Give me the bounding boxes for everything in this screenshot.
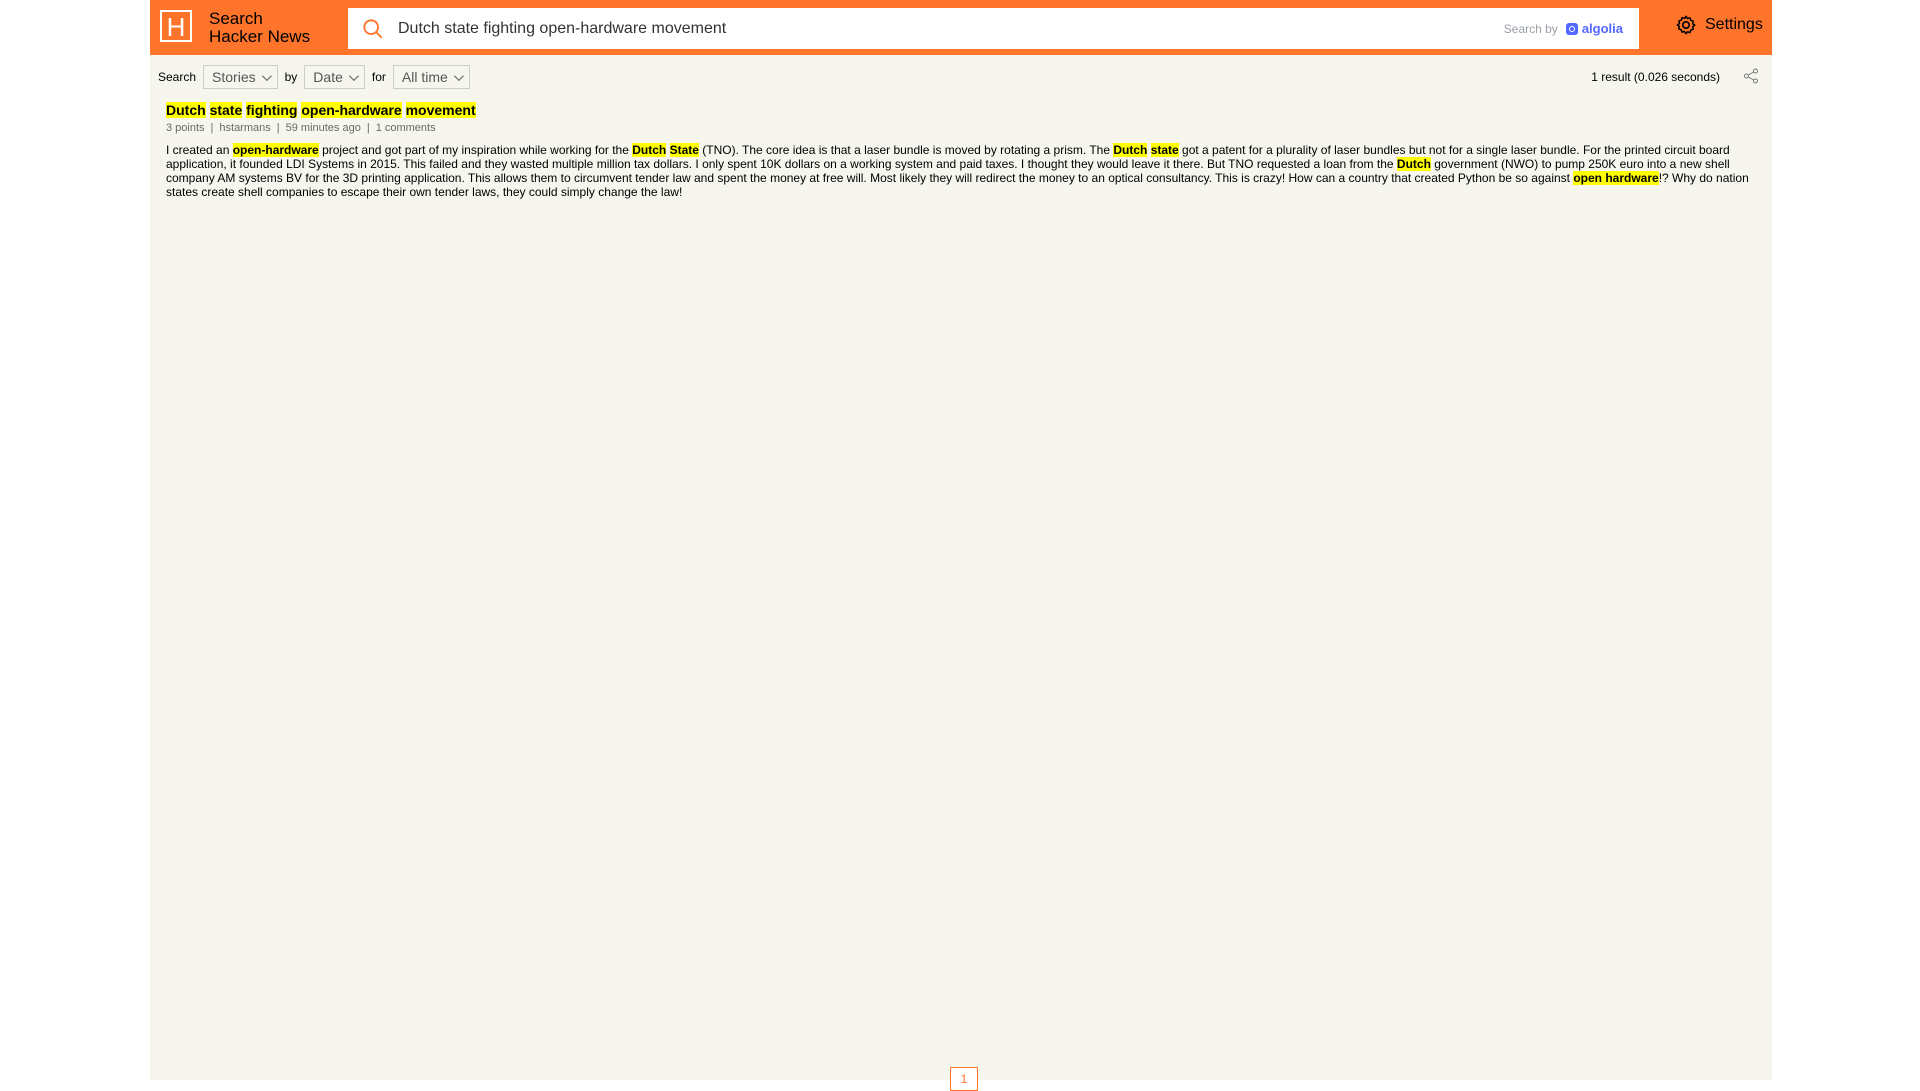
chevron-down-icon <box>261 70 272 81</box>
type-select-value: Stories <box>212 69 256 85</box>
search-by-algolia[interactable]: Search by algolia <box>1504 21 1623 36</box>
algolia-icon <box>1565 22 1578 35</box>
story-result: Dutch state fighting open-hardware movem… <box>166 102 1758 199</box>
site-title-line2: Hacker News <box>209 27 311 46</box>
text-highlight: Dutch <box>1113 143 1148 157</box>
pagination-page-1[interactable]: 1 <box>950 1067 978 1091</box>
story-comments[interactable]: 1 comments <box>376 122 436 134</box>
page-container: H Search Hacker News Search by algolia <box>150 0 1772 1091</box>
algolia-label: algolia <box>1581 21 1623 36</box>
search-by-label: Search by <box>1503 21 1558 36</box>
range-select-value: All time <box>401 69 448 85</box>
search-input[interactable] <box>398 8 1398 49</box>
filter-search-label: Search <box>158 70 197 84</box>
range-select[interactable]: All time <box>392 65 470 89</box>
title-segment <box>402 102 406 118</box>
text-highlight: open-hardware <box>232 143 319 157</box>
search-icon <box>363 19 383 39</box>
share-icon[interactable] <box>1743 68 1759 84</box>
filter-by-label: by <box>284 70 298 84</box>
story-title[interactable]: Dutch state fighting open-hardware movem… <box>166 102 1758 119</box>
text-segment: (TNO). The core idea is that a laser bun… <box>698 143 1114 157</box>
title-highlight: state <box>209 102 243 118</box>
title-highlight: open-hardware <box>301 102 402 118</box>
site-title-line1: Search <box>209 9 263 28</box>
hn-logo-icon[interactable]: H <box>160 10 192 42</box>
filter-for-label: for <box>371 70 386 84</box>
type-select[interactable]: Stories <box>203 65 278 89</box>
settings-label: Settings <box>1705 16 1763 33</box>
sort-select[interactable]: Date <box>304 65 365 89</box>
title-highlight: fighting <box>246 102 298 118</box>
header-bar: H Search Hacker News Search by algolia <box>150 0 1772 55</box>
text-highlight: Dutch <box>632 143 667 157</box>
search-filters: Search Stories by Date for All time <box>158 64 470 90</box>
chevron-down-icon <box>348 70 359 81</box>
text-highlight: open hardware <box>1573 171 1659 185</box>
story-text: I created an open-hardware project and g… <box>166 143 1758 199</box>
chevron-down-icon <box>453 70 464 81</box>
story-author[interactable]: hstarmans <box>219 122 270 134</box>
title-highlight: Dutch <box>166 102 206 118</box>
algolia-logo: algolia <box>1565 21 1623 36</box>
story-meta: 3 points | hstarmans | 59 minutes ago | 1 comm… <box>166 122 436 134</box>
results-count: 1 result (0.026 seconds) <box>1591 70 1720 84</box>
story-time[interactable]: 59 minutes ago <box>286 122 361 134</box>
text-segment: project and got part of my inspiration w… <box>318 143 633 157</box>
text-highlight: State <box>669 143 699 157</box>
gear-icon <box>1676 15 1696 35</box>
site-title[interactable]: Search Hacker News <box>209 10 310 46</box>
title-highlight: movement <box>405 102 476 118</box>
sort-select-value: Date <box>313 69 343 85</box>
title-segment <box>206 102 210 118</box>
text-segment: I created an <box>166 143 233 157</box>
story-points[interactable]: 3 points <box>166 122 205 134</box>
settings-button[interactable]: Settings <box>1675 14 1763 36</box>
text-highlight: Dutch <box>1396 157 1431 171</box>
text-highlight: state <box>1150 143 1179 157</box>
search-bar: Search by algolia <box>348 8 1639 49</box>
